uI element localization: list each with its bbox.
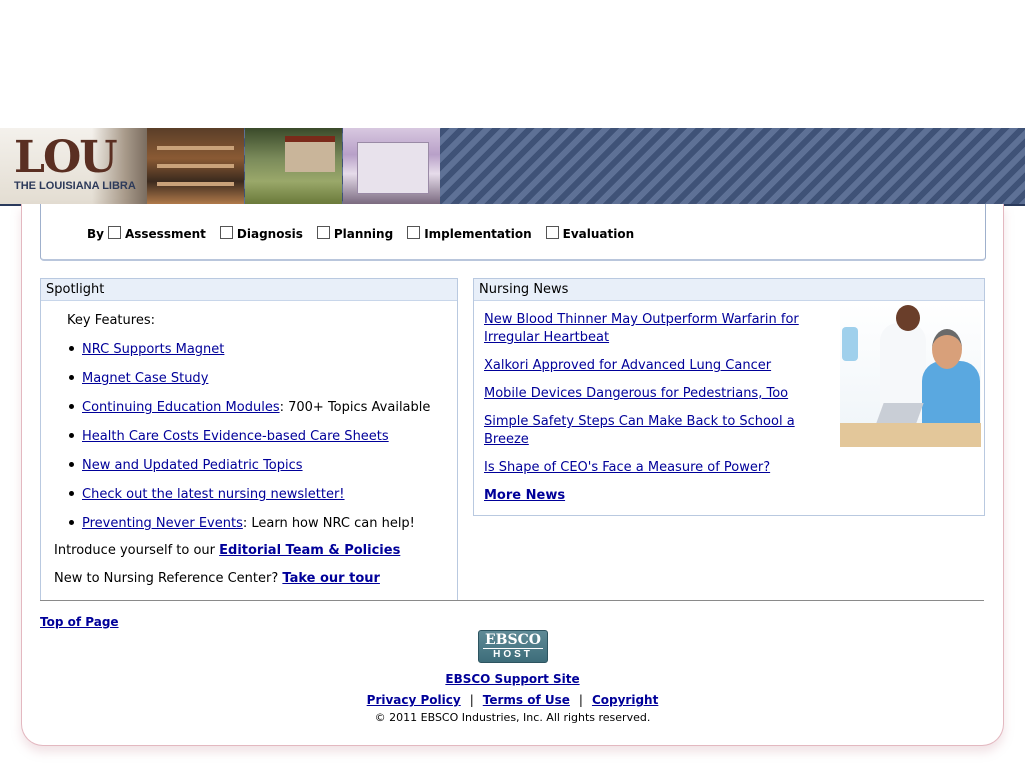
news-link-safety-steps[interactable]: Simple Safety Steps Can Make Back to Sch… bbox=[484, 414, 795, 447]
campus-lawn-photo bbox=[245, 128, 342, 204]
news-link-blood-thinner[interactable]: New Blood Thinner May Outperform Warfari… bbox=[484, 312, 799, 345]
list-item: Simple Safety Steps Can Make Back to Sch… bbox=[484, 413, 814, 449]
terms-of-use-link[interactable]: Terms of Use bbox=[483, 693, 570, 707]
legal-links: Privacy Policy | Terms of Use | Copyright bbox=[0, 693, 1025, 707]
filter-by-label: By bbox=[87, 227, 104, 241]
support-line: EBSCO Support Site bbox=[0, 672, 1025, 686]
logo-subtitle: THE LOUISIANA LIBRA bbox=[14, 180, 136, 192]
key-features-list: NRC Supports Magnet Magnet Case Study Co… bbox=[67, 342, 430, 545]
copyright-link[interactable]: Copyright bbox=[592, 693, 658, 707]
filter-implementation[interactable]: Implementation bbox=[407, 225, 532, 241]
pediatric-topics-link[interactable]: New and Updated Pediatric Topics bbox=[82, 458, 303, 473]
filter-assessment[interactable]: Assessment bbox=[107, 225, 206, 241]
spotlight-title: Spotlight bbox=[41, 279, 457, 301]
list-item: Magnet Case Study bbox=[67, 371, 430, 400]
library-shelves-photo bbox=[147, 128, 244, 204]
checkbox-diagnosis[interactable] bbox=[219, 225, 233, 239]
news-link-xalkori[interactable]: Xalkori Approved for Advanced Lung Cance… bbox=[484, 358, 771, 373]
list-item: Continuing Education Modules: 700+ Topic… bbox=[67, 400, 430, 429]
editorial-team-link[interactable]: Editorial Team & Policies bbox=[219, 543, 400, 558]
ce-modules-link[interactable]: Continuing Education Modules bbox=[82, 400, 280, 415]
take-tour-link[interactable]: Take our tour bbox=[282, 571, 380, 586]
checkbox-assessment[interactable] bbox=[107, 225, 121, 239]
bullet-icon bbox=[69, 404, 74, 409]
logo-text: LOU bbox=[14, 132, 118, 183]
filter-diagnosis[interactable]: Diagnosis bbox=[219, 225, 303, 241]
top-of-page-link[interactable]: Top of Page bbox=[40, 615, 119, 629]
spotlight-panel: Spotlight Key Features: NRC Supports Mag… bbox=[40, 278, 458, 601]
list-item: Check out the latest nursing newsletter! bbox=[67, 487, 430, 516]
news-link-mobile-devices[interactable]: Mobile Devices Dangerous for Pedestrians… bbox=[484, 386, 788, 401]
support-site-link[interactable]: EBSCO Support Site bbox=[445, 672, 579, 686]
separator: | bbox=[469, 693, 474, 707]
nursing-news-title: Nursing News bbox=[474, 279, 984, 301]
filter-planning[interactable]: Planning bbox=[316, 225, 393, 241]
bullet-icon bbox=[69, 346, 74, 351]
list-item: Preventing Never Events: Learn how NRC c… bbox=[67, 516, 430, 545]
bullet-icon bbox=[69, 433, 74, 438]
tour-line: New to Nursing Reference Center? Take ou… bbox=[54, 571, 380, 586]
list-item: Is Shape of CEO's Face a Measure of Powe… bbox=[484, 459, 814, 477]
news-list: New Blood Thinner May Outperform Warfari… bbox=[484, 311, 814, 515]
nursing-news-panel: Nursing News New Blood Thinner May Outpe… bbox=[473, 278, 985, 516]
magnet-case-study-link[interactable]: Magnet Case Study bbox=[82, 371, 208, 386]
copyright-text: © 2011 EBSCO Industries, Inc. All rights… bbox=[374, 711, 651, 724]
key-features-label: Key Features: bbox=[67, 313, 155, 328]
list-item: NRC Supports Magnet bbox=[67, 342, 430, 371]
checkbox-planning[interactable] bbox=[316, 225, 330, 239]
header-banner: LOU THE LOUISIANA LIBRA bbox=[0, 128, 1025, 206]
building-photo bbox=[343, 128, 440, 204]
list-item: Xalkori Approved for Advanced Lung Cance… bbox=[484, 357, 814, 375]
news-link-ceo-face[interactable]: Is Shape of CEO's Face a Measure of Powe… bbox=[484, 460, 770, 475]
bullet-icon bbox=[69, 375, 74, 380]
privacy-policy-link[interactable]: Privacy Policy bbox=[367, 693, 461, 707]
checkbox-implementation[interactable] bbox=[407, 225, 421, 239]
nurse-patient-photo bbox=[840, 303, 981, 447]
bullet-icon bbox=[69, 491, 74, 496]
checkbox-evaluation[interactable] bbox=[545, 225, 559, 239]
editorial-line: Introduce yourself to our Editorial Team… bbox=[54, 543, 401, 558]
list-item: More News bbox=[484, 487, 814, 505]
lou-logo[interactable]: LOU THE LOUISIANA LIBRA bbox=[0, 128, 147, 204]
care-sheets-link[interactable]: Health Care Costs Evidence-based Care Sh… bbox=[82, 429, 389, 444]
more-news-link[interactable]: More News bbox=[484, 488, 565, 503]
list-item: New Blood Thinner May Outperform Warfari… bbox=[484, 311, 814, 347]
bullet-icon bbox=[69, 520, 74, 525]
list-item: Mobile Devices Dangerous for Pedestrians… bbox=[484, 385, 814, 403]
ebscohost-logo[interactable]: EBSCO HOST bbox=[478, 630, 548, 663]
separator: | bbox=[578, 693, 583, 707]
content-divider bbox=[40, 600, 984, 601]
nrc-supports-magnet-link[interactable]: NRC Supports Magnet bbox=[82, 342, 224, 357]
bullet-icon bbox=[69, 462, 74, 467]
list-item: Health Care Costs Evidence-based Care Sh… bbox=[67, 429, 430, 458]
newsletter-link[interactable]: Check out the latest nursing newsletter! bbox=[82, 487, 345, 502]
never-events-link[interactable]: Preventing Never Events bbox=[82, 516, 243, 531]
filter-evaluation[interactable]: Evaluation bbox=[545, 225, 634, 241]
list-item: New and Updated Pediatric Topics bbox=[67, 458, 430, 487]
nursing-process-filters: By Assessment Diagnosis Planning Impleme… bbox=[87, 225, 648, 243]
